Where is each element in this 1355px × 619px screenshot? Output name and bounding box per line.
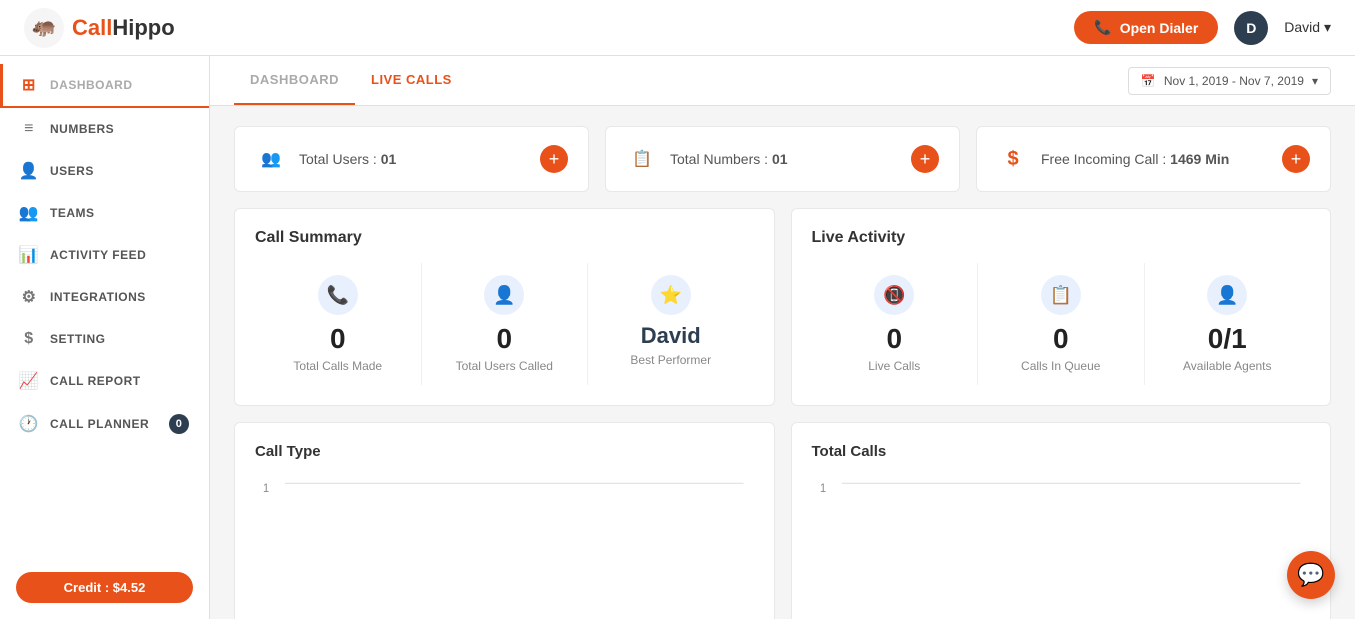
logo-icon: 🦛 xyxy=(24,8,64,48)
live-activity-metrics: 📵 0 Live Calls 📋 0 Calls In Queue 👤 0/1 xyxy=(812,263,1311,385)
tab-dashboard[interactable]: DASHBOARD xyxy=(234,56,355,105)
chat-icon: 💬 xyxy=(1297,562,1324,588)
total-calls-made-metric: 📞 0 Total Calls Made xyxy=(255,263,422,385)
total-calls-made-icon: 📞 xyxy=(318,275,358,315)
charts-row: Call Type 1 0 xyxy=(234,422,1331,619)
call-summary-metrics: 📞 0 Total Calls Made 👤 0 Total Users Cal… xyxy=(255,263,754,385)
best-performer-icon: ⭐ xyxy=(651,275,691,315)
available-agents-icon: 👤 xyxy=(1207,275,1247,315)
call-type-chart-svg: 1 0 xyxy=(255,472,754,619)
dashboard-icon: ⊞ xyxy=(20,76,38,94)
layout: ⊞ DASHBOARD ≡ NUMBERS 👤 USERS 👥 TEAMS 📊 … xyxy=(0,56,1355,619)
live-calls-value: 0 xyxy=(886,325,902,353)
activity-feed-icon: 📊 xyxy=(20,246,38,264)
add-incoming-button[interactable]: + xyxy=(1282,145,1310,173)
live-activity-panel: Live Activity 📵 0 Live Calls 📋 0 Calls I… xyxy=(791,208,1332,406)
open-dialer-button[interactable]: 📞 Open Dialer xyxy=(1074,11,1218,44)
tabs-bar: DASHBOARD LIVE CALLS 📅 Nov 1, 2019 - Nov… xyxy=(210,56,1355,106)
stat-card-free-incoming: $ Free Incoming Call : 1469 Min + xyxy=(976,126,1331,192)
setting-icon: $ xyxy=(20,330,38,348)
live-activity-title: Live Activity xyxy=(812,229,1311,247)
credit-bar[interactable]: Credit : $4.52 xyxy=(16,572,193,603)
total-calls-chart-title: Total Calls xyxy=(812,443,1311,460)
sidebar-item-numbers[interactable]: ≡ NUMBERS xyxy=(0,108,209,150)
total-calls-made-value: 0 xyxy=(330,325,346,353)
available-agents-value: 0/1 xyxy=(1208,325,1247,353)
live-calls-label: Live Calls xyxy=(868,359,920,373)
cards-row: Call Summary 📞 0 Total Calls Made 👤 0 To… xyxy=(234,208,1331,406)
call-type-chart-panel: Call Type 1 0 xyxy=(234,422,775,619)
calls-in-queue-metric: 📋 0 Calls In Queue xyxy=(978,263,1145,385)
main-area: 👥 Total Users : 01 + 📋 Total Numbers : 0… xyxy=(210,106,1355,619)
stat-card-total-numbers: 📋 Total Numbers : 01 + xyxy=(605,126,960,192)
calls-in-queue-icon: 📋 xyxy=(1041,275,1081,315)
total-users-called-metric: 👤 0 Total Users Called xyxy=(422,263,589,385)
sidebar-item-users[interactable]: 👤 USERS xyxy=(0,150,209,192)
add-number-button[interactable]: + xyxy=(911,145,939,173)
sidebar-item-integrations[interactable]: ⚙ INTEGRATIONS xyxy=(0,276,209,318)
chevron-down-icon: ▾ xyxy=(1312,74,1318,88)
svg-text:🦛: 🦛 xyxy=(32,16,57,38)
header-right: 📞 Open Dialer D David ▾ xyxy=(1074,11,1331,45)
tab-list: DASHBOARD LIVE CALLS xyxy=(234,56,468,105)
total-numbers-icon: 📋 xyxy=(626,143,658,175)
logo: 🦛 CallHippo xyxy=(24,8,175,48)
sidebar-item-call-planner[interactable]: 🕐 CALL PLANNER 0 xyxy=(0,402,209,446)
main-content: DASHBOARD LIVE CALLS 📅 Nov 1, 2019 - Nov… xyxy=(210,56,1355,619)
sidebar-item-dashboard[interactable]: ⊞ DASHBOARD xyxy=(0,64,209,108)
svg-text:1: 1 xyxy=(819,482,825,496)
stats-row: 👥 Total Users : 01 + 📋 Total Numbers : 0… xyxy=(234,126,1331,192)
call-summary-panel: Call Summary 📞 0 Total Calls Made 👤 0 To… xyxy=(234,208,775,406)
available-agents-metric: 👤 0/1 Available Agents xyxy=(1145,263,1311,385)
sidebar-item-activity-feed[interactable]: 📊 ACTIVITY FEED xyxy=(0,234,209,276)
phone-icon: 📞 xyxy=(1094,19,1111,36)
total-users-called-icon: 👤 xyxy=(484,275,524,315)
sidebar-item-teams[interactable]: 👥 TEAMS xyxy=(0,192,209,234)
call-type-chart-title: Call Type xyxy=(255,443,754,460)
add-user-button[interactable]: + xyxy=(540,145,568,173)
user-name-dropdown[interactable]: David ▾ xyxy=(1284,19,1331,36)
live-calls-metric: 📵 0 Live Calls xyxy=(812,263,979,385)
live-calls-icon: 📵 xyxy=(874,275,914,315)
teams-icon: 👥 xyxy=(20,204,38,222)
users-icon: 👤 xyxy=(20,162,38,180)
calls-in-queue-value: 0 xyxy=(1053,325,1069,353)
sidebar: ⊞ DASHBOARD ≡ NUMBERS 👤 USERS 👥 TEAMS 📊 … xyxy=(0,56,210,619)
total-calls-chart-svg: 1 0 xyxy=(812,472,1311,619)
integrations-icon: ⚙ xyxy=(20,288,38,306)
total-calls-made-label: Total Calls Made xyxy=(293,359,382,373)
best-performer-label: Best Performer xyxy=(630,353,711,367)
user-avatar: D xyxy=(1234,11,1268,45)
svg-text:1: 1 xyxy=(263,482,269,496)
date-range-picker[interactable]: 📅 Nov 1, 2019 - Nov 7, 2019 ▾ xyxy=(1128,67,1331,95)
chat-bubble-button[interactable]: 💬 xyxy=(1287,551,1335,599)
sidebar-item-call-report[interactable]: 📈 CALL REPORT xyxy=(0,360,209,402)
sidebar-item-setting[interactable]: $ SETTING xyxy=(0,318,209,360)
call-report-icon: 📈 xyxy=(20,372,38,390)
stat-card-total-users: 👥 Total Users : 01 + xyxy=(234,126,589,192)
tab-live-calls[interactable]: LIVE CALLS xyxy=(355,56,468,105)
best-performer-value: David xyxy=(641,325,701,347)
logo-text: CallHippo xyxy=(72,15,175,41)
numbers-icon: ≡ xyxy=(20,120,38,138)
available-agents-label: Available Agents xyxy=(1183,359,1272,373)
header: 🦛 CallHippo 📞 Open Dialer D David ▾ xyxy=(0,0,1355,56)
total-calls-chart-panel: Total Calls 1 0 xyxy=(791,422,1332,619)
total-users-called-label: Total Users Called xyxy=(456,359,553,373)
calls-in-queue-label: Calls In Queue xyxy=(1021,359,1100,373)
total-users-called-value: 0 xyxy=(496,325,512,353)
call-planner-badge: 0 xyxy=(169,414,189,434)
free-incoming-icon: $ xyxy=(997,143,1029,175)
calendar-icon: 📅 xyxy=(1141,74,1156,88)
call-summary-title: Call Summary xyxy=(255,229,754,247)
best-performer-metric: ⭐ David Best Performer xyxy=(588,263,754,385)
total-users-icon: 👥 xyxy=(255,143,287,175)
call-planner-icon: 🕐 xyxy=(20,415,38,433)
